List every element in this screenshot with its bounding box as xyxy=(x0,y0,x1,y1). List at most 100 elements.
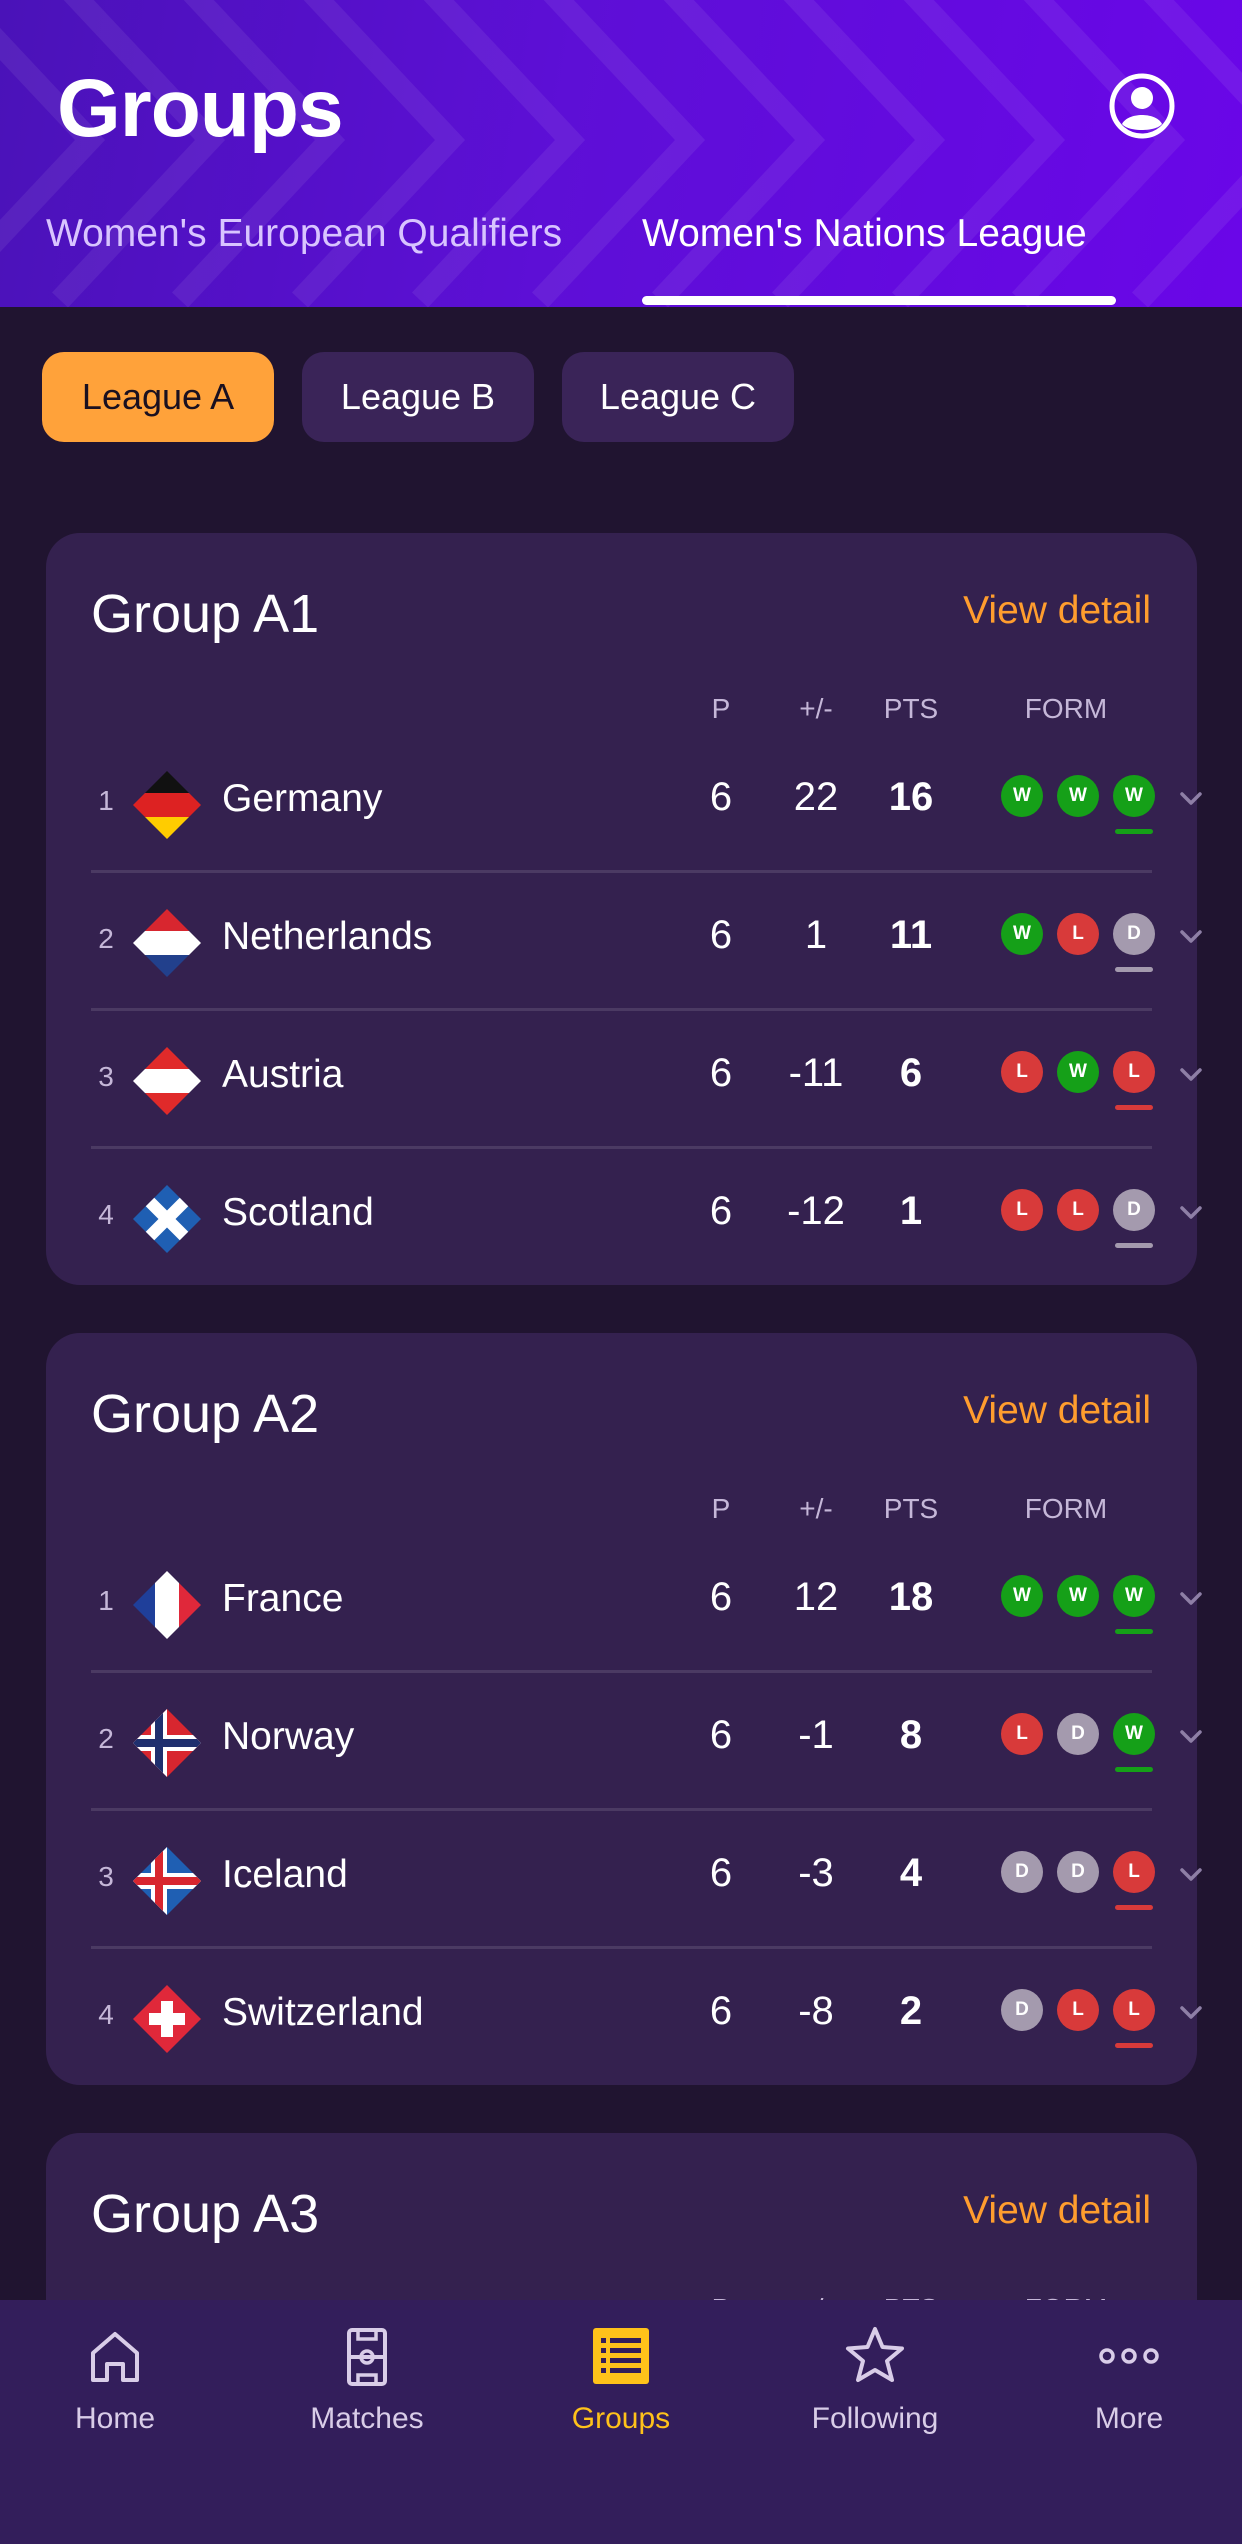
table-row[interactable]: 3 Iceland 6 -3 4 D D L xyxy=(91,1811,1202,1949)
chevron-down-icon[interactable] xyxy=(1176,1859,1206,1889)
france-flag-icon xyxy=(133,1571,201,1639)
team-name: Netherlands xyxy=(222,915,433,958)
scotland-flag-icon xyxy=(133,1185,201,1253)
points: 4 xyxy=(899,1851,923,1895)
switzerland-flag-icon xyxy=(133,1985,201,2053)
league-c-chip[interactable]: League C xyxy=(562,352,794,442)
table-row[interactable]: 2 Netherlands 6 1 11 W L D xyxy=(91,873,1202,1011)
form-result: L xyxy=(1113,1851,1155,1893)
nav-label: More xyxy=(1094,2402,1164,2435)
goal-difference: 12 xyxy=(793,1575,839,1619)
played: 6 xyxy=(709,913,733,957)
form-result: L xyxy=(1001,1189,1043,1231)
form-result: D xyxy=(1057,1713,1099,1755)
league-a-chip[interactable]: League A xyxy=(42,352,274,442)
goal-difference: 1 xyxy=(804,913,828,957)
played: 6 xyxy=(709,775,733,819)
view-detail-link[interactable]: View detail xyxy=(963,1389,1151,1433)
table-row[interactable]: 4 Switzerland 6 -8 2 D L L xyxy=(91,1949,1202,2087)
nav-label: Home xyxy=(74,2402,156,2435)
view-detail-link[interactable]: View detail xyxy=(963,2189,1151,2233)
form-result: W xyxy=(1001,1575,1043,1617)
account-icon[interactable] xyxy=(1108,72,1176,140)
team-name: Switzerland xyxy=(222,1991,424,2034)
goal-difference: -11 xyxy=(788,1051,844,1095)
rank: 1 xyxy=(98,1585,114,1616)
latest-result-underline xyxy=(1115,1629,1153,1634)
form-result: D xyxy=(1113,913,1155,955)
form-result: W xyxy=(1113,1575,1155,1617)
col-header-gd: +/- xyxy=(799,693,833,724)
rank: 2 xyxy=(98,1723,114,1754)
form-guide: W W W xyxy=(1001,1575,1161,1635)
group-card-a2: Group A2 View detail P +/- PTS FORM 1 Fr… xyxy=(46,1333,1202,2087)
form-result: W xyxy=(1001,913,1043,955)
active-tab-indicator xyxy=(642,296,1116,305)
rank: 2 xyxy=(98,923,114,954)
goal-difference: -3 xyxy=(798,1851,834,1895)
points: 16 xyxy=(888,775,934,819)
table-row[interactable]: 4 Scotland 6 -12 1 L L D xyxy=(91,1149,1202,1287)
nav-more[interactable]: More xyxy=(1014,2300,1242,2500)
form-result: W xyxy=(1057,1575,1099,1617)
goal-difference: -1 xyxy=(798,1713,834,1757)
form-result: D xyxy=(1057,1851,1099,1893)
league-b-chip[interactable]: League B xyxy=(302,352,534,442)
nav-label: Following xyxy=(811,2402,939,2435)
points: 8 xyxy=(899,1713,923,1757)
col-header-pts: PTS xyxy=(883,1493,939,1524)
latest-result-underline xyxy=(1115,829,1153,834)
chevron-down-icon[interactable] xyxy=(1176,1583,1206,1613)
form-guide: W L D xyxy=(1001,913,1161,973)
rank: 3 xyxy=(98,1061,114,1092)
nav-label: Groups xyxy=(571,2402,671,2435)
chevron-down-icon[interactable] xyxy=(1176,1197,1206,1227)
header: Groups Women's European Qualifiers Women… xyxy=(0,0,1242,307)
table-row[interactable]: 2 Norway 6 -1 8 L D W xyxy=(91,1673,1202,1811)
points: 6 xyxy=(899,1051,923,1095)
form-guide: L D W xyxy=(1001,1713,1161,1773)
form-guide: L W L xyxy=(1001,1051,1161,1111)
played: 6 xyxy=(709,1051,733,1095)
played: 6 xyxy=(709,1851,733,1895)
chevron-down-icon[interactable] xyxy=(1176,1721,1206,1751)
iceland-flag-icon xyxy=(133,1847,201,1915)
view-detail-link[interactable]: View detail xyxy=(963,589,1151,633)
form-guide: L L D xyxy=(1001,1189,1161,1249)
played: 6 xyxy=(709,1575,733,1619)
tab-womens-european-qualifiers[interactable]: Women's European Qualifiers xyxy=(46,212,562,256)
team-name: France xyxy=(222,1577,344,1620)
group-title: Group A1 xyxy=(91,584,320,644)
form-result: D xyxy=(1001,1989,1043,2031)
nav-groups[interactable]: Groups xyxy=(506,2300,736,2500)
points: 1 xyxy=(899,1189,923,1233)
form-result: L xyxy=(1057,1989,1099,2031)
latest-result-underline xyxy=(1115,967,1153,972)
table-row[interactable]: 3 Austria 6 -11 6 L W L xyxy=(91,1011,1202,1149)
form-result: W xyxy=(1113,775,1155,817)
nav-matches[interactable]: Matches xyxy=(252,2300,482,2500)
nav-home[interactable]: Home xyxy=(0,2300,230,2500)
table-row[interactable]: 1 Germany 6 22 16 W W W xyxy=(91,735,1202,873)
table-row[interactable]: 1 France 6 12 18 W W W xyxy=(91,1535,1202,1673)
col-header-gd: +/- xyxy=(799,1493,833,1524)
nav-following[interactable]: Following xyxy=(760,2300,990,2500)
form-result: L xyxy=(1057,913,1099,955)
form-result: L xyxy=(1001,1713,1043,1755)
tab-womens-nations-league[interactable]: Women's Nations League xyxy=(642,212,1087,256)
form-result: L xyxy=(1057,1189,1099,1231)
chevron-down-icon[interactable] xyxy=(1176,1059,1206,1089)
team-name: Norway xyxy=(222,1715,355,1758)
form-result: D xyxy=(1001,1851,1043,1893)
chevron-down-icon[interactable] xyxy=(1176,1997,1206,2027)
norway-flag-icon xyxy=(133,1709,201,1777)
group-card-a1: Group A1 View detail P +/- PTS FORM 1 Ge… xyxy=(46,533,1202,1287)
pitch-icon xyxy=(347,2328,387,2386)
played: 6 xyxy=(709,1713,733,1757)
form-guide: D D L xyxy=(1001,1851,1161,1911)
played: 6 xyxy=(709,1989,733,2033)
chevron-down-icon[interactable] xyxy=(1176,783,1206,813)
chevron-down-icon[interactable] xyxy=(1176,921,1206,951)
rank: 4 xyxy=(98,1199,114,1230)
goal-difference: -12 xyxy=(787,1189,845,1233)
